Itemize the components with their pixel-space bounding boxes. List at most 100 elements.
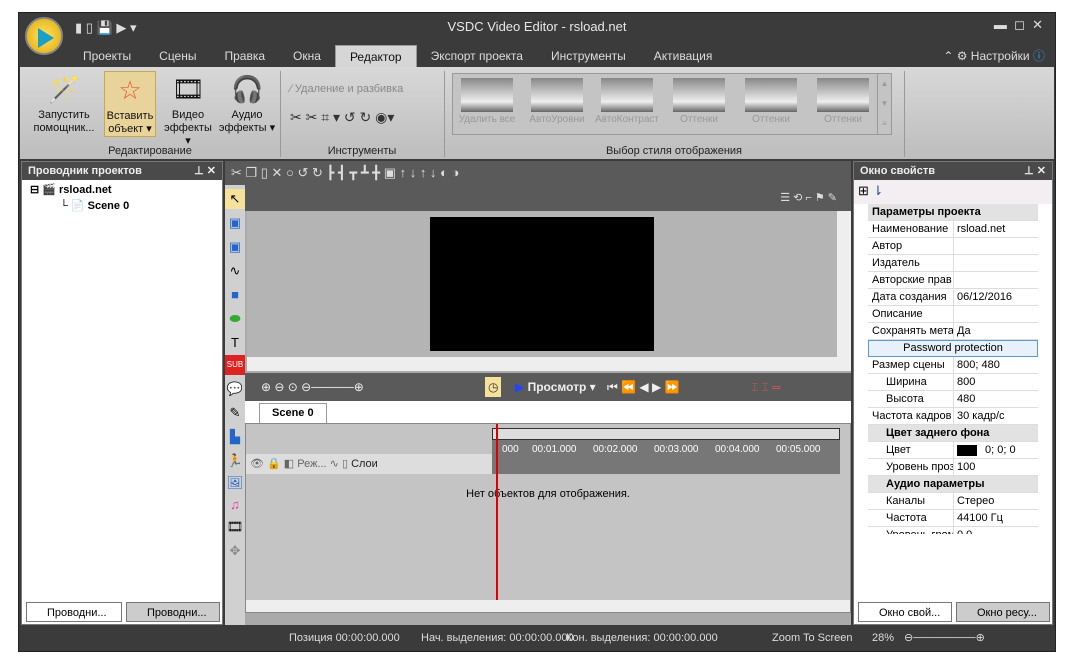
- property-value[interactable]: 480: [954, 391, 1038, 407]
- align-icons[interactable]: ⌶ ⌶ ═: [751, 373, 781, 401]
- property-row[interactable]: Частота 44100 Гц: [868, 510, 1038, 527]
- pointer-icon[interactable]: ↖: [225, 189, 245, 209]
- window-controls[interactable]: ▬ ◻ ✕: [994, 17, 1043, 33]
- callout-icon[interactable]: 💬: [225, 379, 245, 399]
- gallery-scroll[interactable]: ▲ ▼ ≡: [877, 74, 891, 134]
- property-row[interactable]: Цвет 0; 0; 0: [868, 442, 1038, 459]
- audio-effects-button[interactable]: 🎧 Аудио эффекты ▾: [218, 73, 276, 135]
- zoom-controls[interactable]: ⊕ ⊖ ⊙ ⊖─────⊕: [261, 373, 364, 401]
- ellipse-icon[interactable]: ⬬: [225, 309, 245, 329]
- edit-toolbar[interactable]: ✂ ❐ ▯ ✕ ○ ↺ ↻ ┣ ┫ ┳ ┻ ╋ ▣ ↑ ↓ ↑ ↓ ◐ ◑: [225, 161, 851, 185]
- property-value[interactable]: Да: [954, 323, 1038, 339]
- vertical-scrollbar[interactable]: [837, 211, 851, 357]
- property-value[interactable]: 800: [954, 374, 1038, 390]
- gallery-item[interactable]: Оттенки: [739, 78, 803, 125]
- property-row[interactable]: Уровень проз 100: [868, 459, 1038, 476]
- tab-activation[interactable]: Активация: [640, 45, 727, 67]
- rectangle-icon[interactable]: ■: [225, 285, 245, 305]
- video-effects-button[interactable]: 🎞 Видео эффекты ▾: [160, 73, 216, 148]
- property-value[interactable]: [954, 306, 1038, 322]
- property-value[interactable]: [954, 272, 1038, 288]
- property-row[interactable]: Издатель: [868, 255, 1038, 272]
- tab-scenes[interactable]: Сцены: [145, 45, 210, 67]
- text-icon[interactable]: T: [225, 333, 245, 353]
- property-row[interactable]: Уровень гром0.0: [868, 527, 1038, 534]
- color-swatch[interactable]: [957, 444, 977, 456]
- property-value[interactable]: 0; 0; 0: [954, 442, 1038, 458]
- resources-tab[interactable]: Окно ресу...: [956, 602, 1050, 622]
- property-row[interactable]: Авторские прав: [868, 272, 1038, 289]
- line-icon[interactable]: ∿: [225, 261, 245, 281]
- property-row[interactable]: Размер сцены 800; 480: [868, 357, 1038, 374]
- password-protection-button[interactable]: Password protection: [868, 340, 1038, 357]
- help-icon[interactable]: ⓘ: [1033, 49, 1045, 63]
- property-value[interactable]: [954, 255, 1038, 271]
- gallery-item[interactable]: АвтоУровни: [525, 78, 589, 125]
- property-value[interactable]: 44100 Гц: [954, 510, 1038, 526]
- property-row[interactable]: Наименование rsload.net: [868, 221, 1038, 238]
- properties-tab[interactable]: Окно свой...: [858, 602, 952, 622]
- chart-icon[interactable]: ▙: [225, 427, 245, 447]
- video-icon[interactable]: 🎞: [225, 517, 245, 537]
- tab-tools[interactable]: Инструменты: [537, 45, 640, 67]
- property-value[interactable]: Стерео: [954, 493, 1038, 509]
- pin-close-icons[interactable]: ⊥ ✕: [1024, 162, 1046, 180]
- tree-root[interactable]: ⊟ 🎬 rsload.net: [22, 180, 222, 199]
- zoom-slider[interactable]: ⊖────────⊕: [904, 627, 985, 649]
- property-value[interactable]: 0.0: [954, 527, 1038, 534]
- tree-scene[interactable]: └ 📄 Scene 0: [22, 199, 222, 212]
- animation-icon[interactable]: 🏃: [225, 451, 245, 471]
- tab-edit[interactable]: Правка: [211, 45, 280, 67]
- property-section[interactable]: Цвет заднего фона: [868, 425, 1038, 442]
- explorer-tab-1[interactable]: Проводни...: [26, 602, 122, 622]
- view-toolbar[interactable]: ☰ ⟲ ⌐ ⚑ ✎: [245, 185, 851, 211]
- cut-split-button[interactable]: ⁄ Удаление и разбивка: [290, 83, 403, 95]
- timeline-scrollbar[interactable]: [246, 600, 850, 612]
- property-value[interactable]: 800; 480: [954, 357, 1038, 373]
- property-value[interactable]: [954, 238, 1038, 254]
- tab-projects[interactable]: Проекты: [69, 45, 145, 67]
- tab-scene-0[interactable]: Scene 0: [259, 403, 327, 423]
- playback-controls[interactable]: ⏮ ⏪ ◀ ▶ ⏩: [607, 373, 679, 401]
- gallery-item[interactable]: Удалить все: [455, 78, 519, 125]
- settings-button[interactable]: ⌃ ⚙ Настройки ⓘ: [943, 47, 1045, 64]
- time-ruler[interactable]: 000 00:01.000 00:02.000 00:03.000 00:04.…: [492, 440, 840, 474]
- property-row[interactable]: Каналы Стерео: [868, 493, 1038, 510]
- property-value[interactable]: 100: [954, 459, 1038, 475]
- audio-icon[interactable]: ♫: [225, 495, 245, 515]
- property-value[interactable]: 06/12/2016: [954, 289, 1038, 305]
- property-section[interactable]: Аудио параметры: [868, 476, 1038, 493]
- image-icon[interactable]: 🖼: [225, 473, 245, 493]
- gallery-item[interactable]: АвтоКонтраст: [595, 78, 659, 125]
- tab-windows[interactable]: Окна: [279, 45, 335, 67]
- property-section[interactable]: Параметры проекта: [868, 204, 1038, 221]
- tool-icons[interactable]: ✂ ✂ ⌗ ▾ ↺ ↻ ◉▾: [290, 109, 394, 126]
- preview-button[interactable]: ▶ Просмотр ▾: [515, 373, 596, 401]
- sprite-icon[interactable]: ▣: [225, 213, 245, 233]
- zoom-to-screen-button[interactable]: Zoom To Screen: [772, 627, 853, 649]
- explorer-tab-2[interactable]: Проводни...: [126, 602, 220, 622]
- wizard-button[interactable]: 🪄 Запустить помощник...: [26, 73, 102, 135]
- tab-export[interactable]: Экспорт проекта: [417, 45, 537, 67]
- property-row[interactable]: Описание: [868, 306, 1038, 323]
- property-row[interactable]: Высота 480: [868, 391, 1038, 408]
- property-row[interactable]: Частота кадров 30 кадр/с: [868, 408, 1038, 425]
- layers-icon[interactable]: ▣: [225, 237, 245, 257]
- move-icon[interactable]: ✥: [225, 541, 245, 561]
- pin-close-icons[interactable]: ⊥ ✕: [194, 162, 216, 180]
- property-value[interactable]: 30 кадр/с: [954, 408, 1038, 424]
- sort-az-icon[interactable]: ⇂: [873, 183, 884, 198]
- clock-icon[interactable]: ◷: [485, 377, 502, 397]
- free-text-icon[interactable]: ✎: [225, 403, 245, 423]
- insert-object-button[interactable]: ☆ Вставить объект ▾: [104, 71, 156, 137]
- property-row[interactable]: Ширина 800: [868, 374, 1038, 391]
- horizontal-scrollbar[interactable]: [247, 357, 851, 371]
- playhead[interactable]: [496, 424, 498, 612]
- categorized-icon[interactable]: ⊞: [858, 183, 869, 198]
- property-row[interactable]: Автор: [868, 238, 1038, 255]
- gallery-item[interactable]: Оттенки: [667, 78, 731, 125]
- property-row[interactable]: Дата создания 06/12/2016: [868, 289, 1038, 306]
- tab-editor[interactable]: Редактор: [334, 45, 417, 67]
- property-value[interactable]: rsload.net: [954, 221, 1038, 237]
- gallery-item[interactable]: Оттенки: [811, 78, 875, 125]
